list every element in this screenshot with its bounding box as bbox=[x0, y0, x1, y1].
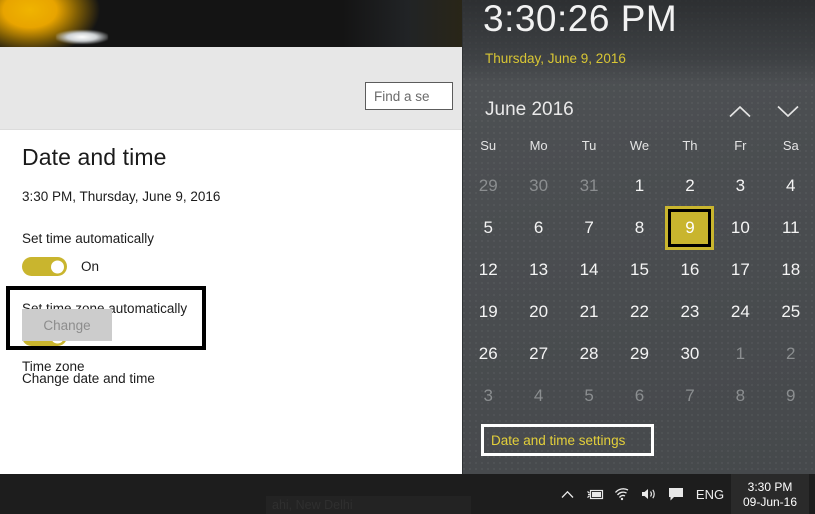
calendar-weekday: Th bbox=[682, 138, 698, 153]
flyout-time: 3:30:26 PM bbox=[483, 0, 678, 39]
calendar-day[interactable]: 22 bbox=[614, 291, 664, 333]
calendar-day[interactable]: 5 bbox=[564, 375, 614, 417]
calendar-day[interactable]: 30 bbox=[665, 333, 715, 375]
calendar-day[interactable]: 3 bbox=[715, 165, 765, 207]
calendar-day[interactable]: 24 bbox=[715, 291, 765, 333]
action-center-icon[interactable] bbox=[662, 474, 689, 514]
calendar-day[interactable]: 12 bbox=[463, 249, 513, 291]
calendar-day[interactable]: 26 bbox=[463, 333, 513, 375]
settings-content: Date and time 3:30 PM, Thursday, June 9,… bbox=[0, 131, 462, 474]
calendar-day[interactable]: 30 bbox=[513, 165, 563, 207]
calendar-weekday: We bbox=[629, 138, 650, 153]
date-and-time-settings-link[interactable]: Date and time settings bbox=[484, 433, 625, 448]
calendar-day[interactable]: 4 bbox=[513, 375, 563, 417]
calendar-day[interactable]: 21 bbox=[564, 291, 614, 333]
calendar-day-grid: 29 30 31 1 2 3 4 5 6 7 8 9 10 11 12 13 14 15 16 17 18 19 20 21 2… bbox=[463, 165, 815, 417]
calendar-day[interactable]: 3 bbox=[463, 375, 513, 417]
system-tray: ENG 3:30 PM 09-Jun-16 bbox=[554, 474, 815, 514]
wallpaper-highlight bbox=[56, 30, 108, 44]
set-time-automatically-label: Set time automatically bbox=[22, 231, 155, 246]
wifi-icon[interactable] bbox=[608, 474, 635, 514]
search-placeholder: Find a se bbox=[374, 88, 430, 104]
set-time-automatically-state: On bbox=[81, 259, 100, 274]
calendar-day[interactable]: 16 bbox=[665, 249, 715, 291]
calendar-day[interactable]: 29 bbox=[614, 333, 664, 375]
calendar-day[interactable]: 8 bbox=[715, 375, 765, 417]
change-button[interactable]: Change bbox=[22, 309, 112, 341]
calendar-day[interactable]: 15 bbox=[614, 249, 664, 291]
toggle-knob bbox=[51, 260, 64, 273]
calendar-day[interactable]: 18 bbox=[766, 249, 815, 291]
calendar-month-year: June 2016 bbox=[485, 99, 574, 120]
calendar-day[interactable]: 7 bbox=[665, 375, 715, 417]
calendar-day[interactable]: 7 bbox=[564, 207, 614, 249]
taskbar-clock-date: 09-Jun-16 bbox=[742, 494, 798, 509]
calendar-weekday: Fr bbox=[734, 138, 747, 153]
calendar-weekday: Tu bbox=[581, 138, 597, 153]
language-indicator[interactable]: ENG bbox=[689, 474, 731, 514]
calendar-day[interactable]: 9 bbox=[766, 375, 815, 417]
wallpaper-shading bbox=[342, 0, 462, 47]
annotation-box-date-time-settings: Date and time settings bbox=[481, 424, 654, 456]
calendar-day[interactable]: 14 bbox=[564, 249, 614, 291]
timezone-dropdown[interactable]: ahi, New Delhi bbox=[266, 496, 471, 514]
battery-icon[interactable] bbox=[581, 474, 608, 514]
calendar-day[interactable]: 25 bbox=[766, 291, 815, 333]
calendar-day[interactable]: 4 bbox=[766, 165, 815, 207]
taskbar-clock[interactable]: 3:30 PM 09-Jun-16 bbox=[731, 474, 809, 514]
calendar-day[interactable]: 19 bbox=[463, 291, 513, 333]
desktop-wallpaper bbox=[0, 0, 462, 47]
calendar-day[interactable]: 13 bbox=[513, 249, 563, 291]
calendar-weekday: Su bbox=[480, 138, 497, 153]
search-input[interactable]: Find a se bbox=[365, 82, 453, 110]
calendar-day[interactable]: 27 bbox=[513, 333, 563, 375]
flyout-date: Thursday, June 9, 2016 bbox=[485, 51, 626, 66]
settings-header: Find a se bbox=[0, 47, 462, 130]
calendar-today-highlight: 9 bbox=[671, 212, 709, 244]
chevron-down-icon[interactable] bbox=[771, 98, 805, 124]
set-time-automatically-toggle[interactable]: On bbox=[22, 257, 99, 276]
calendar-day[interactable]: 1 bbox=[715, 333, 765, 375]
calendar-day[interactable]: 29 bbox=[463, 165, 513, 207]
calendar-day[interactable]: 28 bbox=[564, 333, 614, 375]
settings-window: Find a se Date and time 3:30 PM, Thursda… bbox=[0, 47, 462, 474]
calendar-day-today[interactable]: 9 bbox=[665, 207, 715, 249]
calendar-day[interactable]: 8 bbox=[614, 207, 664, 249]
chevron-up-icon[interactable] bbox=[723, 98, 757, 124]
calendar-day[interactable]: 2 bbox=[766, 333, 815, 375]
calendar-day[interactable]: 1 bbox=[614, 165, 664, 207]
page-title: Date and time bbox=[22, 144, 167, 170]
calendar-day[interactable]: 6 bbox=[614, 375, 664, 417]
calendar-weekday-header: Su Mo Tu We Th Fr Sa bbox=[463, 138, 815, 153]
calendar-day[interactable]: 11 bbox=[766, 207, 815, 249]
calendar-day[interactable]: 5 bbox=[463, 207, 513, 249]
toggle-switch[interactable] bbox=[22, 257, 67, 276]
clock-calendar-flyout: 3:30:26 PM Thursday, June 9, 2016 June 2… bbox=[462, 0, 815, 474]
show-desktop-button[interactable] bbox=[809, 474, 815, 514]
calendar-day[interactable]: 23 bbox=[665, 291, 715, 333]
calendar-weekday: Mo bbox=[529, 138, 548, 153]
calendar-day[interactable]: 17 bbox=[715, 249, 765, 291]
chevron-up-icon[interactable] bbox=[554, 474, 581, 514]
speaker-icon[interactable] bbox=[635, 474, 662, 514]
calendar-day[interactable]: 2 bbox=[665, 165, 715, 207]
calendar-day[interactable]: 6 bbox=[513, 207, 563, 249]
screen: Find a se Date and time 3:30 PM, Thursda… bbox=[0, 0, 815, 514]
calendar-day[interactable]: 10 bbox=[715, 207, 765, 249]
calendar-day[interactable]: 31 bbox=[564, 165, 614, 207]
calendar-weekday: Sa bbox=[782, 138, 799, 153]
time-zone-label: Time zone bbox=[22, 359, 85, 374]
calendar-day[interactable]: 20 bbox=[513, 291, 563, 333]
taskbar-clock-time: 3:30 PM bbox=[747, 479, 793, 494]
current-datetime-text: 3:30 PM, Thursday, June 9, 2016 bbox=[22, 189, 221, 204]
